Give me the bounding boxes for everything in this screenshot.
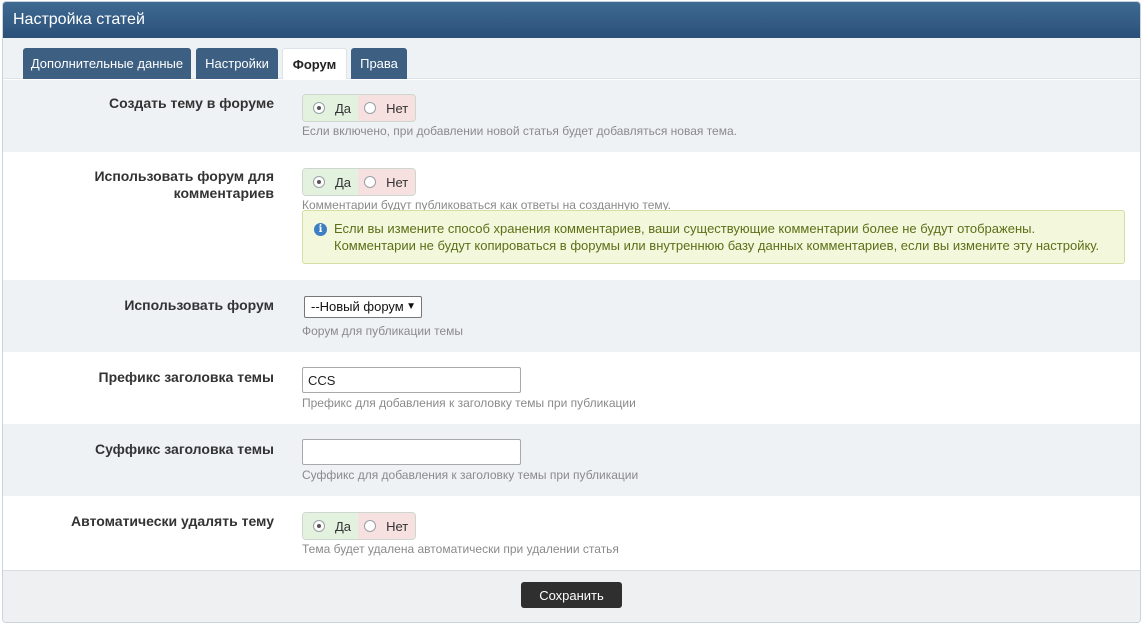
topic-suffix-help: Суффикс для добавления к заголовку темы … xyxy=(302,468,639,482)
use-forum-comments-yes-label: Да xyxy=(335,174,352,190)
topic-suffix-label: Суффикс заголовка темы xyxy=(94,441,274,457)
use-forum-comments-label: Использовать форум для комментариев xyxy=(14,168,274,202)
auto-delete-label: Автоматически удалять тему xyxy=(71,513,274,529)
row-create-topic: Создать тему в форуме Да Нет Если включе… xyxy=(3,80,1140,152)
create-topic-yes-radio[interactable] xyxy=(313,102,325,114)
topic-prefix-help: Префикс для добавления к заголовку темы … xyxy=(302,396,636,410)
create-topic-no-option[interactable]: Нет xyxy=(358,95,415,121)
topic-suffix-input[interactable] xyxy=(302,439,521,465)
row-topic-suffix: Суффикс заголовка темы Суффикс для добав… xyxy=(3,424,1140,496)
auto-delete-yes-radio[interactable] xyxy=(313,520,325,532)
use-forum-comments-no-radio[interactable] xyxy=(364,176,377,188)
tab-additional-data[interactable]: Дополнительные данные xyxy=(23,48,191,79)
create-topic-help: Если включено, при добавлении новой стат… xyxy=(302,124,737,138)
auto-delete-help: Тема будет удалена автоматически при уда… xyxy=(302,542,619,556)
create-topic-radio-group: Да Нет xyxy=(302,94,416,122)
notice-line-2: Комментарии не будут копироваться в фору… xyxy=(334,238,1100,253)
use-forum-label: Использовать форум xyxy=(124,297,274,313)
dropdown-arrow-icon: ▼ xyxy=(406,301,416,312)
row-auto-delete: Автоматически удалять тему Да Нет Тема б… xyxy=(3,496,1140,570)
save-button[interactable]: Сохранить xyxy=(521,582,622,608)
comments-storage-notice: i Если вы измените способ хранения комме… xyxy=(302,210,1125,264)
info-icon: i xyxy=(314,223,327,236)
auto-delete-yes-option[interactable]: Да xyxy=(303,513,359,539)
auto-delete-no-radio[interactable] xyxy=(364,520,377,532)
form-footer: Сохранить xyxy=(3,570,1140,622)
auto-delete-yes-label: Да xyxy=(335,518,352,534)
topic-prefix-input[interactable] xyxy=(302,367,521,393)
auto-delete-radio-group: Да Нет xyxy=(302,512,416,540)
topic-prefix-label: Префикс заголовка темы xyxy=(98,369,275,385)
use-forum-comments-yes-radio[interactable] xyxy=(313,176,325,188)
notice-line-1: Если вы измените способ хранения коммент… xyxy=(334,221,1036,236)
row-topic-prefix: Префикс заголовка темы Префикс для добав… xyxy=(3,352,1140,424)
use-forum-comments-no-option[interactable]: Нет xyxy=(358,169,415,195)
forum-select[interactable]: --Новый форум ▼ xyxy=(304,296,422,318)
tab-bar: Дополнительные данные Настройки Форум Пр… xyxy=(3,38,1140,79)
settings-panel: Настройка статей Дополнительные данные Н… xyxy=(2,1,1141,623)
row-use-forum: Использовать форум --Новый форум ▼ Форум… xyxy=(3,280,1140,352)
auto-delete-no-option[interactable]: Нет xyxy=(358,513,415,539)
use-forum-comments-label-line1: Использовать форум для xyxy=(94,168,274,184)
use-forum-comments-no-label: Нет xyxy=(386,174,409,190)
auto-delete-no-label: Нет xyxy=(386,518,409,534)
create-topic-label: Создать тему в форуме xyxy=(109,95,274,111)
row-use-forum-comments: Использовать форум для комментариев Да Н… xyxy=(3,152,1140,280)
use-forum-comments-yes-option[interactable]: Да xyxy=(303,169,359,195)
create-topic-yes-label: Да xyxy=(335,100,352,116)
forum-select-value: --Новый форум xyxy=(311,299,404,314)
use-forum-help: Форум для публикации темы xyxy=(302,324,464,338)
use-forum-comments-label-line2: комментариев xyxy=(173,185,274,201)
tab-forum[interactable]: Форум xyxy=(282,48,347,79)
use-forum-comments-radio-group: Да Нет xyxy=(302,168,416,196)
create-topic-yes-option[interactable]: Да xyxy=(303,95,359,121)
create-topic-no-radio[interactable] xyxy=(364,102,377,114)
panel-title: Настройка статей xyxy=(3,2,1140,38)
create-topic-no-label: Нет xyxy=(386,100,409,116)
tab-settings[interactable]: Настройки xyxy=(196,48,278,79)
tab-rights[interactable]: Права xyxy=(351,48,407,79)
